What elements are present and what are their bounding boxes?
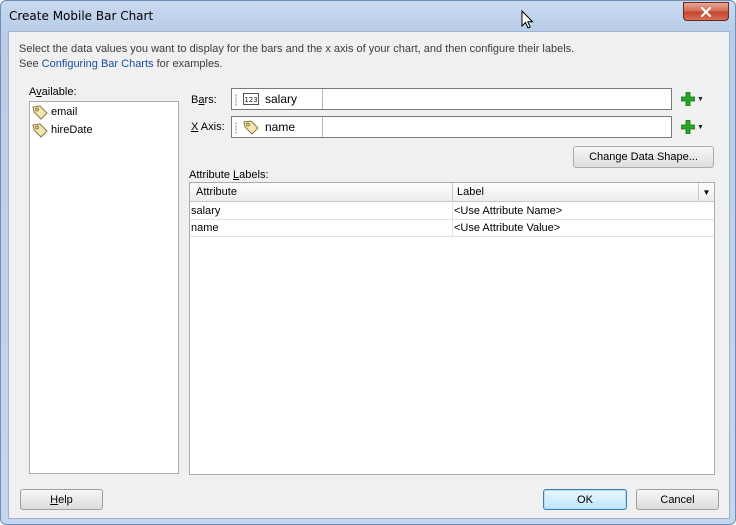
attribute-cell[interactable]: name	[191, 222, 219, 234]
column-divider[interactable]	[452, 183, 453, 202]
field-separator	[322, 117, 323, 137]
configuring-bar-charts-link[interactable]: Configuring Bar Charts	[42, 58, 154, 70]
mouse-cursor-icon	[521, 10, 534, 29]
tag-icon	[32, 105, 48, 120]
xaxis-label: X Axis:	[191, 121, 225, 133]
column-header-attribute[interactable]: Attribute	[196, 186, 237, 198]
dialog-content: Select the data values you want to displ…	[8, 31, 730, 519]
xaxis-label-rest: Axis:	[198, 121, 225, 133]
close-button[interactable]	[683, 2, 729, 21]
xaxis-value: name	[265, 120, 296, 134]
xaxis-field[interactable]: name	[231, 116, 672, 138]
label-cell[interactable]: <Use Attribute Name>	[454, 205, 562, 217]
table-row[interactable]: salary <Use Attribute Name>	[190, 203, 714, 220]
table-header: Attribute Label ▼	[190, 183, 714, 202]
chevron-down-icon: ▼	[697, 123, 704, 131]
column-header-label[interactable]: Label	[457, 186, 484, 198]
attribute-cell[interactable]: salary	[191, 205, 220, 217]
list-item[interactable]: email	[32, 103, 77, 121]
list-item-label: hireDate	[51, 124, 93, 136]
help-button[interactable]: Help	[20, 489, 103, 510]
drag-grip-icon[interactable]	[235, 94, 237, 106]
attribute-labels-label: Attribute Labels:	[189, 169, 269, 181]
add-icon	[681, 120, 695, 134]
bars-label-rest: rs:	[204, 94, 217, 106]
help-mnemonic: H	[50, 493, 59, 506]
available-label: Available:	[29, 86, 77, 98]
column-divider	[452, 203, 453, 219]
bars-label: Bars:	[191, 94, 217, 106]
bars-chip[interactable]: 123 salary	[243, 90, 297, 108]
triangle-down-icon: ▼	[702, 188, 711, 197]
drag-grip-icon[interactable]	[235, 122, 237, 134]
attribute-labels-rest: abels:	[239, 169, 269, 181]
window-title: Create Mobile Bar Chart	[9, 9, 154, 23]
ok-button[interactable]: OK	[543, 489, 627, 510]
available-list[interactable]: email hireDate	[29, 101, 179, 474]
description-prefix: See	[19, 58, 42, 70]
dialog-window: Create Mobile Bar Chart Select the data …	[0, 0, 736, 525]
numeric-123-icon: 123	[243, 93, 259, 105]
title-bar[interactable]: Create Mobile Bar Chart	[1, 1, 735, 31]
attribute-labels-table[interactable]: Attribute Label ▼ salary <Use Attribute …	[189, 182, 715, 475]
column-divider	[452, 220, 453, 236]
field-separator	[322, 89, 323, 109]
svg-text:123: 123	[244, 96, 257, 104]
tag-icon	[243, 120, 259, 135]
bars-value: salary	[265, 92, 298, 106]
description: Select the data values you want to displ…	[19, 42, 574, 72]
help-label-rest: elp	[58, 493, 73, 506]
change-data-shape-button[interactable]: Change Data Shape...	[573, 146, 714, 168]
cancel-button[interactable]: Cancel	[636, 489, 719, 510]
description-suffix: for examples.	[153, 58, 223, 70]
add-xaxis-button[interactable]: ▼	[681, 118, 709, 136]
list-item[interactable]: hireDate	[32, 121, 93, 139]
add-bars-button[interactable]: ▼	[681, 90, 709, 108]
chevron-down-icon: ▼	[697, 95, 704, 103]
table-row[interactable]: name <Use Attribute Value>	[190, 220, 714, 237]
list-item-label: email	[51, 106, 78, 118]
column-menu-button[interactable]: ▼	[698, 183, 714, 202]
bars-field[interactable]: 123 salary	[231, 88, 672, 110]
description-line-1: Select the data values you want to displ…	[19, 43, 575, 55]
xaxis-chip[interactable]: name	[243, 118, 295, 136]
available-label-rest: ailable:	[41, 86, 77, 98]
attribute-labels-prefix: Attribute	[189, 169, 234, 181]
tag-icon	[32, 123, 48, 138]
add-icon	[681, 92, 695, 106]
label-cell[interactable]: <Use Attribute Value>	[454, 222, 560, 234]
close-icon	[700, 6, 712, 17]
description-line-2: See Configuring Bar Charts for examples.	[19, 57, 574, 72]
